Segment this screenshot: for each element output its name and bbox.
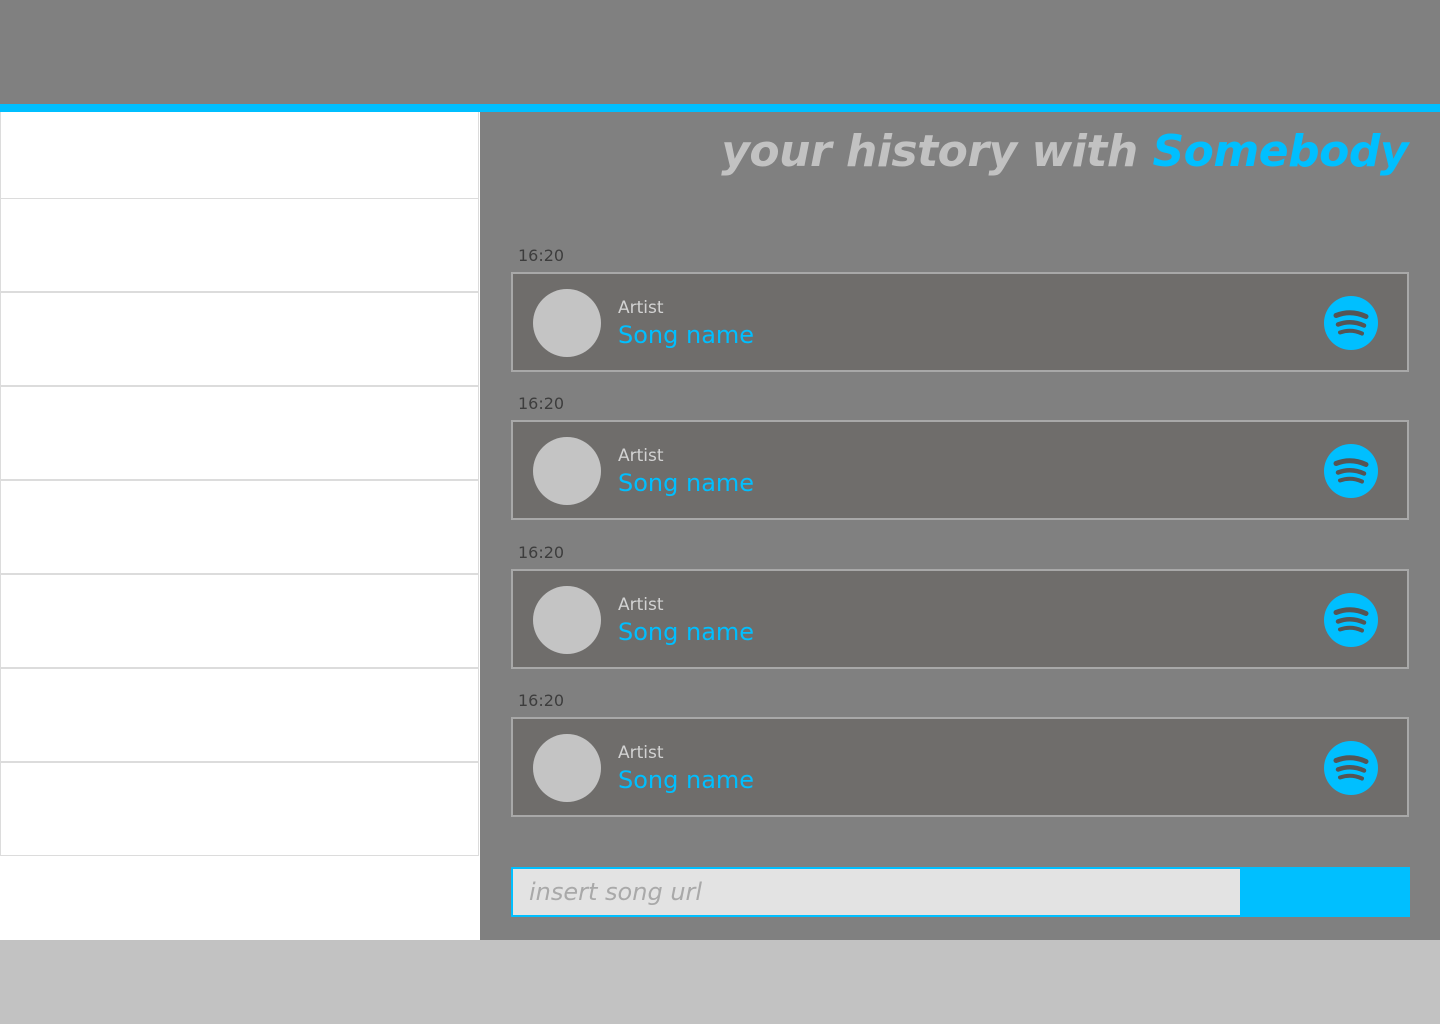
page-title: your history with Somebody xyxy=(721,126,1408,177)
song-name-label[interactable]: Song name xyxy=(618,321,754,349)
page-title-contact-name: Somebody xyxy=(1152,126,1408,177)
history-timestamp: 16:20 xyxy=(518,543,565,562)
album-art-placeholder xyxy=(533,437,601,505)
spotify-icon[interactable] xyxy=(1323,295,1379,351)
artist-label: Artist xyxy=(618,595,664,615)
song-name-label[interactable]: Song name xyxy=(618,469,754,497)
sidebar-item[interactable] xyxy=(0,386,479,480)
song-card[interactable]: Artist Song name xyxy=(511,272,1409,372)
sidebar-item[interactable] xyxy=(0,762,479,856)
sidebar-item[interactable] xyxy=(0,574,479,668)
album-art-placeholder xyxy=(533,586,601,654)
history-timestamp: 16:20 xyxy=(518,394,565,413)
sidebar-item[interactable] xyxy=(0,668,479,762)
top-bar xyxy=(0,0,1440,104)
spotify-icon[interactable] xyxy=(1323,592,1379,648)
song-card[interactable]: Artist Song name xyxy=(511,420,1409,520)
page-title-prefix: your history with xyxy=(721,126,1138,177)
spotify-icon[interactable] xyxy=(1323,740,1379,796)
spotify-icon[interactable] xyxy=(1323,443,1379,499)
submit-song-button[interactable] xyxy=(1240,867,1410,917)
history-panel: your history with Somebody 16:20 Artist … xyxy=(480,112,1440,940)
song-card[interactable]: Artist Song name xyxy=(511,717,1409,817)
sidebar-item[interactable] xyxy=(0,292,479,386)
song-card[interactable]: Artist Song name xyxy=(511,569,1409,669)
album-art-placeholder xyxy=(533,734,601,802)
song-name-label[interactable]: Song name xyxy=(618,766,754,794)
artist-label: Artist xyxy=(618,298,664,318)
song-name-label[interactable]: Song name xyxy=(618,618,754,646)
sidebar-item[interactable] xyxy=(0,112,479,206)
history-timestamp: 16:20 xyxy=(518,691,565,710)
history-timestamp: 16:20 xyxy=(518,246,565,265)
artist-label: Artist xyxy=(618,743,664,763)
artist-label: Artist xyxy=(618,446,664,466)
sidebar xyxy=(0,112,480,940)
song-url-input[interactable] xyxy=(511,867,1242,917)
album-art-placeholder xyxy=(533,289,601,357)
sidebar-item[interactable] xyxy=(0,198,479,292)
accent-divider xyxy=(0,104,1440,112)
footer-bar xyxy=(0,940,1440,1024)
sidebar-item[interactable] xyxy=(0,480,479,574)
